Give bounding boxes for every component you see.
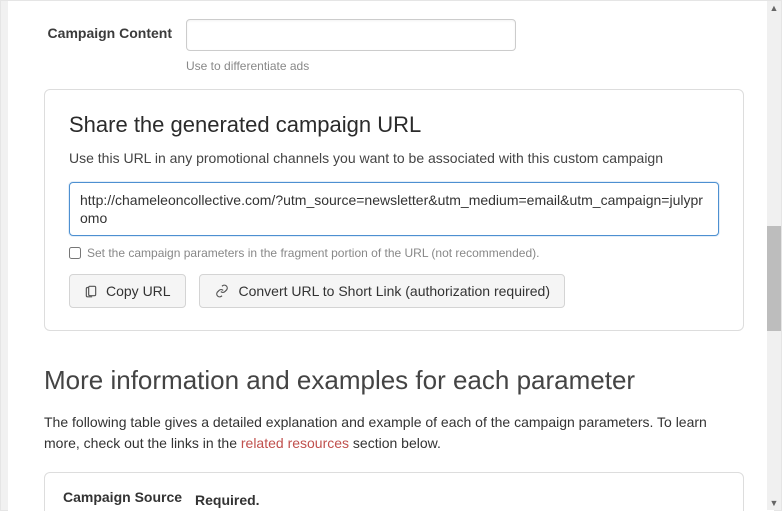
param-name-cell: Campaign Source utm_source	[63, 489, 195, 511]
convert-short-link-label: Convert URL to Short Link (authorization…	[238, 283, 550, 299]
generated-url-field[interactable]: http://chameleoncollective.com/?utm_sour…	[69, 182, 719, 236]
clipboard-icon	[84, 284, 98, 298]
copy-url-label: Copy URL	[106, 283, 171, 299]
scroll-down-arrow[interactable]: ▼	[767, 496, 781, 510]
param-desc-cell: Required. Use utm_source to identify a s…	[195, 489, 725, 511]
copy-url-button[interactable]: Copy URL	[69, 274, 186, 308]
link-icon	[214, 284, 230, 298]
campaign-content-input[interactable]	[186, 19, 516, 51]
more-info-heading: More information and examples for each p…	[44, 365, 744, 396]
related-resources-link[interactable]: related resources	[241, 435, 349, 451]
share-url-description: Use this URL in any promotional channels…	[69, 150, 719, 166]
parameter-table: Campaign Source utm_source Required. Use…	[44, 472, 744, 511]
more-info-body-suffix: section below.	[349, 435, 441, 451]
share-url-card: Share the generated campaign URL Use thi…	[44, 89, 744, 331]
more-info-body: The following table gives a detailed exp…	[44, 412, 744, 454]
campaign-content-label: Campaign Content	[8, 19, 186, 41]
param-title: Campaign Source	[63, 489, 195, 505]
campaign-content-row: Campaign Content	[8, 1, 774, 51]
scroll-up-arrow[interactable]: ▲	[767, 1, 781, 15]
convert-short-link-button[interactable]: Convert URL to Short Link (authorization…	[199, 274, 565, 308]
campaign-content-help: Use to differentiate ads	[186, 55, 774, 83]
fragment-checkbox[interactable]	[69, 247, 81, 259]
scrollbar-thumb[interactable]	[767, 226, 781, 331]
fragment-option-row: Set the campaign parameters in the fragm…	[69, 246, 719, 260]
share-url-title: Share the generated campaign URL	[69, 112, 719, 138]
vertical-scrollbar[interactable]: ▲ ▼	[767, 1, 781, 510]
table-row: Campaign Source utm_source Required. Use…	[45, 473, 743, 511]
fragment-checkbox-label: Set the campaign parameters in the fragm…	[87, 246, 539, 260]
param-required: Required.	[195, 492, 260, 508]
